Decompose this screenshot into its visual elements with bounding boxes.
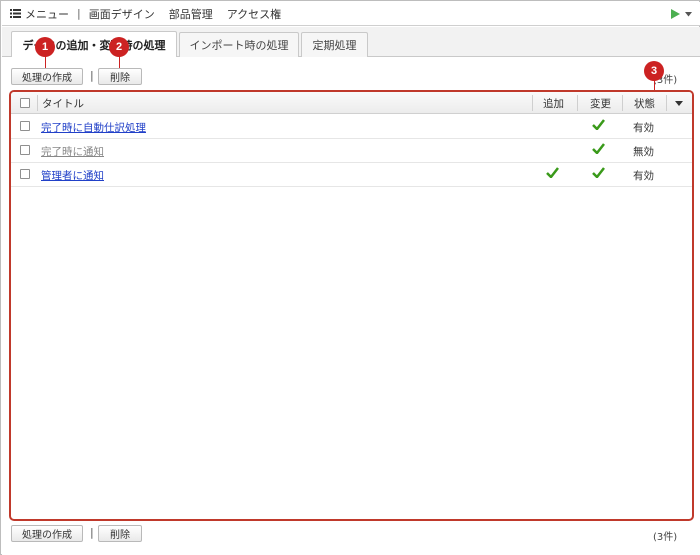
process-list-panel: タイトル 追加 変更 状態 完了時に自動仕訳処理 有効 完了時に通知 無効 管理… <box>9 90 694 521</box>
callout-badge-3: 3 <box>644 61 664 81</box>
column-header-change[interactable]: 変更 <box>590 92 611 114</box>
column-header-add[interactable]: 追加 <box>543 92 564 114</box>
callout-badge-1: 1 <box>35 37 55 57</box>
table-row[interactable]: 完了時に通知 無効 <box>11 139 692 163</box>
callout-badge-2: 2 <box>109 37 129 57</box>
row-checkbox[interactable] <box>20 145 30 155</box>
tab-label: インポート時の処理 <box>189 39 289 52</box>
check-icon <box>592 167 605 178</box>
list-menu-icon[interactable] <box>10 9 21 18</box>
table-row[interactable]: 完了時に自動仕訳処理 有効 <box>11 115 692 139</box>
menu-item-access-rights[interactable]: アクセス権 <box>227 6 281 22</box>
check-icon <box>546 167 559 178</box>
row-status: 有効 <box>633 170 654 182</box>
row-title-link[interactable]: 完了時に自動仕訳処理 <box>41 120 146 135</box>
row-status: 無効 <box>633 146 654 158</box>
create-process-button[interactable]: 処理の作成 <box>11 68 83 85</box>
delete-button[interactable]: 削除 <box>98 68 142 85</box>
row-checkbox[interactable] <box>20 169 30 179</box>
record-count-bottom: (3件) <box>653 532 678 543</box>
row-title-link[interactable]: 完了時に通知 <box>41 144 104 159</box>
menu-bar: メニュー | 画面デザイン 部品管理 アクセス権 <box>2 2 700 26</box>
column-menu-chevron-icon[interactable] <box>675 101 683 106</box>
table-row[interactable]: 管理者に通知 有効 <box>11 163 692 187</box>
row-status: 有効 <box>633 122 654 134</box>
main-content: 処理の作成 | 削除 (3件) タイトル 追加 変更 状態 完了時に自動仕訳処理… <box>2 57 700 555</box>
create-process-button-bottom[interactable]: 処理の作成 <box>11 525 83 542</box>
check-icon <box>592 143 605 154</box>
tab-strip: データの追加・変更時の処理 インポート時の処理 定期処理 <box>2 27 700 57</box>
tab-import[interactable]: インポート時の処理 <box>179 32 299 57</box>
table-header: タイトル 追加 変更 状態 <box>11 92 692 114</box>
menu-item-menu[interactable]: メニュー <box>25 6 69 22</box>
menu-item-screen-design[interactable]: 画面デザイン <box>89 6 155 22</box>
toolbar-separator: | <box>90 526 94 539</box>
select-all-checkbox[interactable] <box>20 98 30 108</box>
toolbar-separator: | <box>90 69 94 82</box>
menu-separator: | <box>77 7 81 20</box>
row-checkbox[interactable] <box>20 121 30 131</box>
play-icon[interactable] <box>671 9 680 19</box>
delete-button-bottom[interactable]: 削除 <box>98 525 142 542</box>
menu-item-parts-management[interactable]: 部品管理 <box>169 6 213 22</box>
column-header-status[interactable]: 状態 <box>634 92 655 114</box>
app-window: メニュー | 画面デザイン 部品管理 アクセス権 データの追加・変更時の処理 イ… <box>0 0 700 555</box>
tab-label: 定期処理 <box>312 39 357 52</box>
check-icon <box>592 119 605 130</box>
chevron-down-icon[interactable] <box>685 12 692 17</box>
row-title-link[interactable]: 管理者に通知 <box>41 168 104 183</box>
tab-scheduled[interactable]: 定期処理 <box>301 32 368 57</box>
column-header-title[interactable]: タイトル <box>42 92 84 114</box>
